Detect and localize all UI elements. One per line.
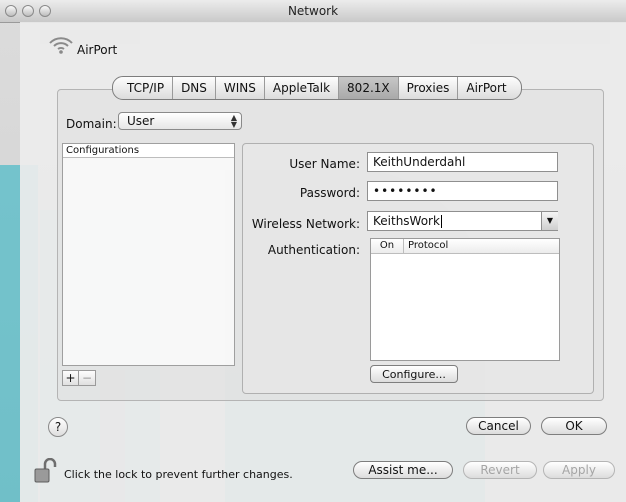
configuration-buttons: + − [62,370,96,386]
lock-message: Click the lock to prevent further change… [64,468,293,481]
tab-8021x[interactable]: 802.1X [338,77,398,99]
column-header-protocol[interactable]: Protocol [404,239,448,253]
password-label: Password: [299,186,360,200]
help-button[interactable]: ? [48,417,68,437]
add-configuration-button[interactable]: + [62,370,79,386]
wireless-network-value: KeithsWork [373,214,440,228]
domain-popup[interactable]: User ▲ ▼ [118,112,242,130]
username-field[interactable]: KeithUnderdahl [367,152,558,172]
domain-label: Domain: [66,117,117,131]
domain-value: User [127,114,155,128]
assist-me-button[interactable]: Assist me... [353,461,453,479]
wireless-network-label: Wireless Network: [251,217,360,231]
tab-wins[interactable]: WINS [214,77,264,99]
lock-icon[interactable] [33,458,57,484]
wireless-network-combo[interactable]: KeithsWork ▼ [367,211,558,231]
remove-configuration-button[interactable]: − [79,370,96,386]
airport-wifi-icon [49,37,73,54]
up-down-arrows-icon: ▲ ▼ [230,113,237,129]
password-field[interactable]: •••••••• [367,181,558,201]
tab-dns[interactable]: DNS [172,77,215,99]
service-name: AirPort [77,43,118,57]
tab-appletalk[interactable]: AppleTalk [263,77,338,99]
column-header-on[interactable]: On [371,239,404,253]
cancel-button[interactable]: Cancel [466,417,531,435]
window-title: Network [287,4,339,18]
settings-tab-bar: TCP/IP DNS WINS AppleTalk 802.1X Proxies… [112,76,522,100]
tab-tcpip[interactable]: TCP/IP [113,77,172,99]
authentication-label: Authentication: [267,243,360,257]
dropdown-arrow-icon[interactable]: ▼ [541,212,558,230]
configure-button[interactable]: Configure... [370,365,458,383]
title-bar: Network [0,0,626,23]
apply-button[interactable]: Apply [543,461,615,479]
configurations-list[interactable]: Configurations [62,143,235,366]
configurations-header: Configurations [63,144,234,158]
authentication-table[interactable]: On Protocol [370,238,560,361]
tab-airport[interactable]: AirPort [457,77,520,99]
authentication-table-header: On Protocol [371,239,559,254]
revert-button[interactable]: Revert [463,461,537,479]
tab-proxies[interactable]: Proxies [397,77,458,99]
ok-button[interactable]: OK [541,417,607,435]
text-cursor [440,215,442,228]
username-label: User Name: [289,157,360,171]
airport-settings-sheet: AirPort TCP/IP DNS WINS AppleTalk 802.1X… [20,22,626,502]
